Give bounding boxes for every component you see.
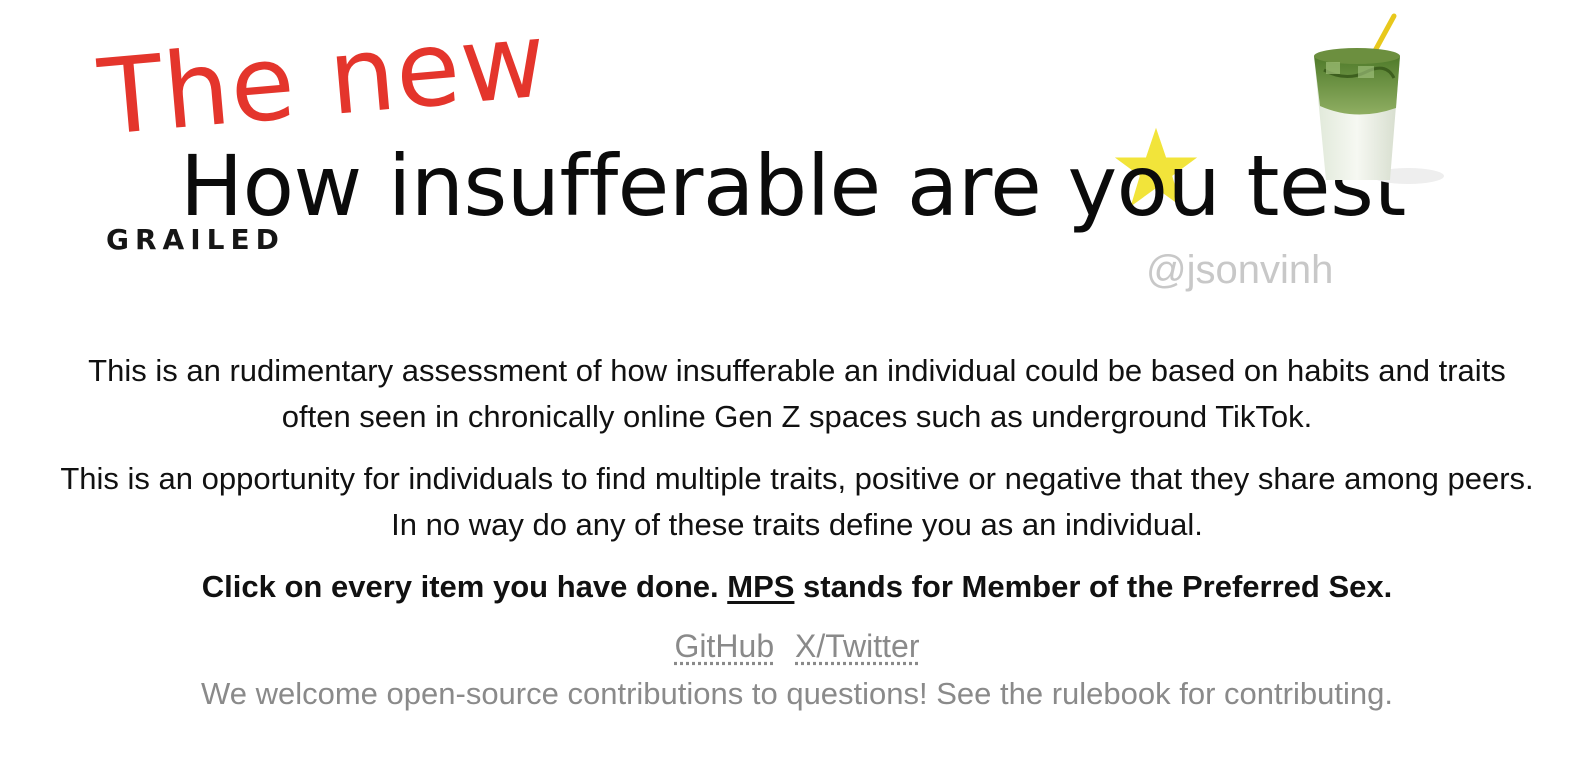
banner-headline: How insufferable are you test [180,137,1406,235]
twitter-link[interactable]: X/Twitter [795,628,919,664]
intro-paragraph-1: This is an rudimentary assessment of how… [88,353,1506,434]
intro-paragraph-2: This is an opportunity for individuals t… [60,461,1534,542]
matcha-drink-icon [1314,13,1444,184]
social-links: GitHub X/Twitter [0,624,1594,668]
mps-abbreviation[interactable]: MPS [727,569,794,604]
github-link[interactable]: GitHub [675,628,775,664]
instructions-text-tail: stands for Member of the Preferred Sex. [794,569,1393,604]
author-handle: @jsonvinh [1146,248,1334,292]
intro-section: This is an rudimentary assessment of how… [0,348,1594,716]
instructions: Click on every item you have done. MPS s… [47,564,1547,610]
contribution-note: We welcome open-source contributions to … [201,676,1393,711]
instructions-text: Click on every item you have done. [201,569,728,604]
banner-kicker: The new [94,0,552,159]
header-banner: The new How insufferable are you test GR… [0,0,1594,320]
